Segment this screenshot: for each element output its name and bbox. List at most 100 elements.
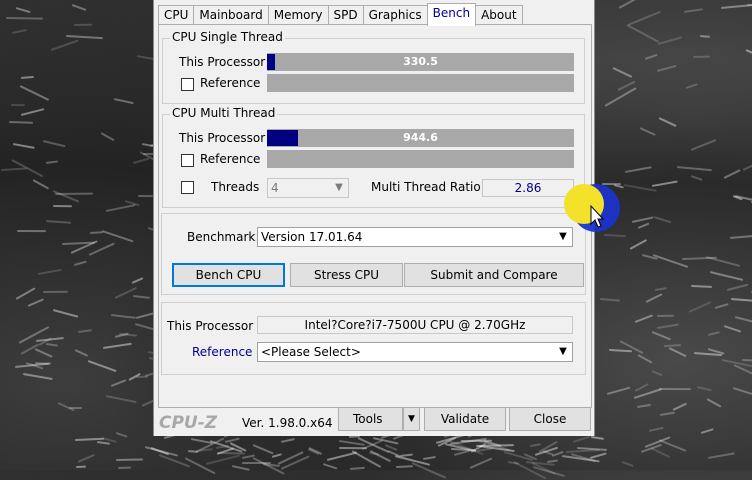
tab-about[interactable]: About xyxy=(475,5,523,25)
background-quill xyxy=(118,466,132,470)
single-thread-title: CPU Single Thread xyxy=(170,30,285,44)
background-quill xyxy=(131,277,144,284)
background-quill xyxy=(105,204,136,213)
background-quill xyxy=(684,8,704,14)
background-quill xyxy=(735,315,752,323)
background-quill xyxy=(113,98,134,105)
this-processor-label: This Processor xyxy=(167,319,254,333)
background-quill xyxy=(281,455,311,471)
tab-cpu[interactable]: CPU xyxy=(158,5,195,25)
background-quill xyxy=(22,373,53,381)
background-quill xyxy=(15,7,31,14)
background-quill xyxy=(639,127,656,137)
background-quill xyxy=(651,331,671,341)
background-quill xyxy=(741,358,752,362)
background-quill xyxy=(53,189,81,203)
multi-reference-checkbox[interactable] xyxy=(181,154,194,167)
background-quill xyxy=(707,452,735,460)
background-quill xyxy=(253,457,285,475)
background-quill xyxy=(600,298,621,302)
background-quill xyxy=(34,347,53,358)
background-quill xyxy=(10,104,25,107)
single-this-processor-label: This Processor xyxy=(179,55,266,69)
benchmark-version-select[interactable]: Version 17.01.64 ▼ xyxy=(257,227,573,247)
background-quill xyxy=(0,167,28,172)
single-this-processor-bar: 330.5 xyxy=(267,53,574,71)
background-quill xyxy=(46,220,71,224)
background-quill xyxy=(159,454,191,468)
reference-select[interactable]: <Please Select> ▼ xyxy=(257,342,573,362)
cpuz-window: CPU Mainboard Memory SPD Graphics Bench … xyxy=(153,0,595,436)
submit-compare-button[interactable]: Submit and Compare xyxy=(404,263,584,287)
background-quill xyxy=(187,450,199,454)
background-quill xyxy=(102,343,132,350)
tools-dropdown-button[interactable]: ▼ xyxy=(403,407,420,431)
benchmark-label: Benchmark xyxy=(187,230,256,244)
tab-memory[interactable]: Memory xyxy=(267,5,329,25)
tab-bench[interactable]: Bench xyxy=(426,3,477,26)
background-quill xyxy=(636,403,651,408)
background-quill xyxy=(652,180,678,187)
background-quill xyxy=(658,439,687,452)
background-quill xyxy=(720,4,752,10)
background-quill xyxy=(648,426,664,433)
mouse-pointer-icon xyxy=(564,184,620,232)
multi-this-processor-label: This Processor xyxy=(179,131,266,145)
background-quill xyxy=(12,29,28,35)
background-quill xyxy=(89,231,104,235)
background-quill xyxy=(573,435,592,444)
bench-cpu-button[interactable]: Bench CPU xyxy=(172,263,285,287)
background-quill xyxy=(742,161,752,172)
single-thread-group: CPU Single Thread This Processor 330.5 R… xyxy=(162,30,585,104)
background-quill xyxy=(106,394,137,403)
background-quill xyxy=(656,323,679,330)
background-quill xyxy=(668,347,687,358)
tools-button[interactable]: Tools xyxy=(338,407,403,431)
background-quill xyxy=(507,461,520,465)
background-quill xyxy=(253,443,275,455)
background-quill xyxy=(732,387,752,396)
background-quill xyxy=(659,387,692,390)
reference-label: Reference xyxy=(192,345,253,359)
threads-value: 4 xyxy=(271,181,279,195)
background-quill xyxy=(395,465,413,469)
ratio-label: Multi Thread Ratio xyxy=(371,180,481,194)
background-quill xyxy=(723,325,742,334)
background-quill xyxy=(715,302,729,309)
background-quill xyxy=(723,168,742,179)
close-button[interactable]: Close xyxy=(509,407,591,431)
processor-group: This Processor Intel?Core?i7-7500U CPU @… xyxy=(161,302,586,375)
single-bar-value: 330.5 xyxy=(403,55,438,68)
background-quill xyxy=(604,87,637,107)
this-processor-value: Intel?Core?i7-7500U CPU @ 2.70GHz xyxy=(257,316,573,334)
tab-spd[interactable]: SPD xyxy=(327,5,364,25)
reference-value: <Please Select> xyxy=(261,345,361,359)
threads-checkbox[interactable] xyxy=(181,181,194,194)
background-quill xyxy=(542,450,553,456)
background-quill xyxy=(116,432,129,438)
chevron-down-icon: ▼ xyxy=(559,346,567,357)
stress-cpu-button[interactable]: Stress CPU xyxy=(290,263,403,287)
background-quill xyxy=(326,451,358,462)
validate-button[interactable]: Validate xyxy=(424,407,506,431)
background-quill xyxy=(281,438,296,444)
background-quill xyxy=(629,239,648,250)
single-reference-checkbox[interactable] xyxy=(181,78,194,91)
background-quill xyxy=(676,165,712,172)
background-quill xyxy=(658,117,677,128)
background-quill xyxy=(454,450,471,457)
tab-mainboard[interactable]: Mainboard xyxy=(193,5,269,25)
single-reference-label: Reference xyxy=(200,76,261,90)
threads-label: Threads xyxy=(211,180,260,194)
background-quill xyxy=(731,297,752,303)
background-quill xyxy=(730,234,752,240)
background-quill xyxy=(100,132,115,142)
tab-graphics[interactable]: Graphics xyxy=(362,5,428,25)
background-quill xyxy=(111,379,127,388)
background-quill xyxy=(700,428,714,434)
threads-select[interactable]: 4 ▼ xyxy=(267,178,349,198)
single-reference-bar xyxy=(267,74,574,92)
background-quill xyxy=(96,441,110,446)
background-quill xyxy=(52,204,72,207)
background-quill xyxy=(590,452,607,460)
